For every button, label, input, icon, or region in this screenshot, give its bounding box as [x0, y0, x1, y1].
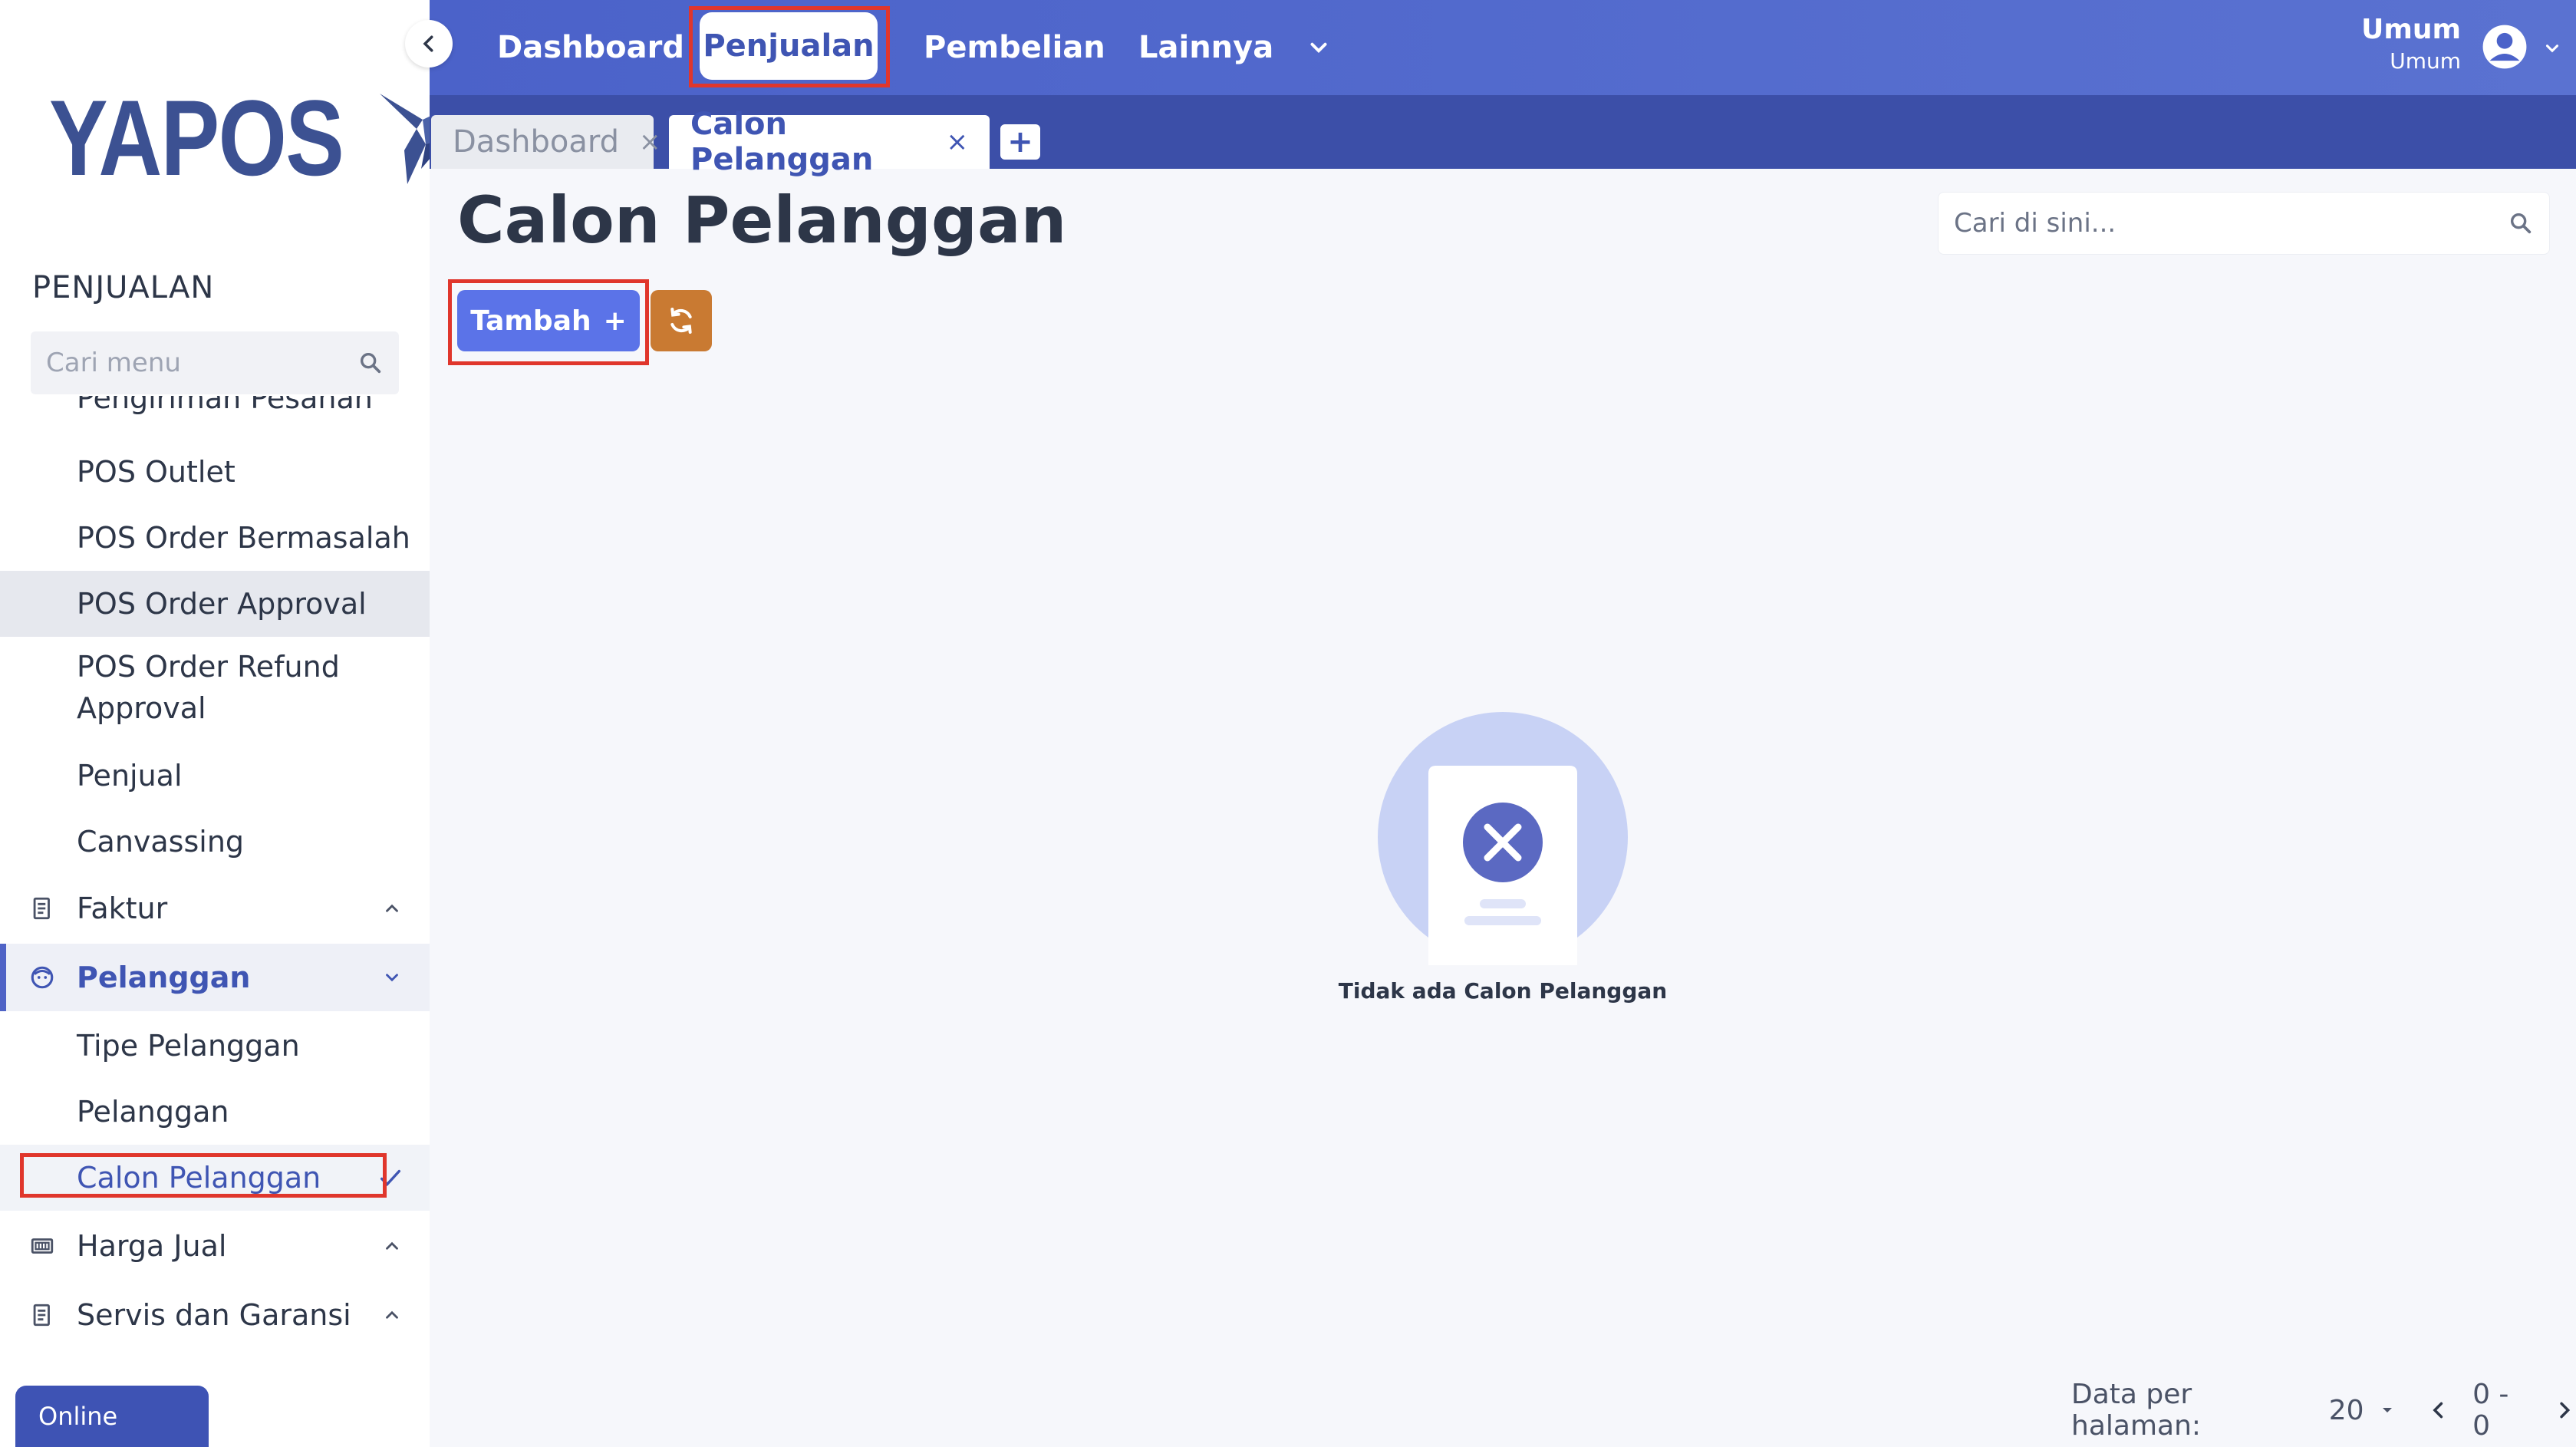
sidebar-item-label: POS Order Approval: [77, 587, 367, 621]
sidebar-item-pengiriman-pesanan[interactable]: Pengiriman Pesanan: [0, 396, 430, 431]
sidebar-group-harga-jual[interactable]: Harga Jual: [0, 1212, 430, 1280]
page-tabs-bar: Dashboard × Calon Pelanggan × +: [430, 95, 2576, 177]
nav-pembelian[interactable]: Pembelian: [924, 0, 1105, 95]
per-page-label: Data per halaman:: [2071, 1379, 2202, 1442]
chevron-up-icon: [386, 1241, 398, 1250]
tab-label: Calon Pelanggan: [690, 107, 874, 177]
chevron-up-icon: [386, 904, 398, 912]
sidebar-group-faktur[interactable]: Faktur: [0, 875, 430, 942]
nav-lainnya[interactable]: Lainnya: [1138, 0, 1273, 95]
empty-state-illustration: [1378, 712, 1628, 965]
chevron-up-icon: [386, 1310, 398, 1319]
sidebar-item-canvassing[interactable]: Canvassing: [0, 809, 430, 875]
sidebar-item-label: Faktur: [77, 892, 168, 925]
add-button-label: Tambah: [470, 305, 591, 337]
user-avatar-icon[interactable]: [2481, 23, 2528, 71]
sidebar-item-pos-order-approval[interactable]: POS Order Approval: [0, 571, 430, 637]
sidebar-item-label: POS Order Refund Approval: [77, 650, 340, 725]
sidebar-item-label: Pengiriman Pesanan: [77, 396, 373, 415]
online-status-badge: Online: [15, 1386, 209, 1447]
nav-more-dropdown[interactable]: [1306, 0, 1332, 95]
add-button[interactable]: Tambah +: [457, 290, 640, 351]
close-icon[interactable]: ×: [947, 127, 969, 157]
close-icon[interactable]: ×: [639, 127, 661, 157]
main-search-input[interactable]: Cari di sini...: [1938, 192, 2550, 255]
sidebar-item-label: Pelanggan: [77, 1095, 229, 1129]
user-role: Umum: [2390, 48, 2461, 74]
empty-state-text: Tidak ada Calon Pelanggan: [1338, 978, 1668, 1004]
sidebar-item-pos-order-bermasalah[interactable]: POS Order Bermasalah: [0, 505, 430, 571]
sidebar-item-label: Tipe Pelanggan: [77, 1029, 300, 1063]
collapse-sidebar-button[interactable]: [405, 20, 453, 68]
main-search-placeholder: Cari di sini...: [1954, 208, 2116, 239]
sidebar-group-pelanggan[interactable]: Pelanggan: [0, 944, 430, 1011]
sidebar-item-label: Penjual: [77, 759, 183, 793]
sidebar-item-pos-order-refund-approval[interactable]: POS Order Refund Approval: [0, 640, 430, 735]
search-icon: [2510, 213, 2532, 234]
plus-icon: +: [603, 305, 627, 337]
check-icon: [380, 1169, 401, 1186]
refresh-button[interactable]: [651, 290, 712, 351]
nav-penjualan[interactable]: Penjualan: [700, 12, 878, 80]
service-document-icon: [33, 1304, 50, 1327]
chevron-down-icon[interactable]: [2542, 38, 2562, 58]
nav-dashboard[interactable]: Dashboard: [497, 0, 684, 95]
menu-search-input[interactable]: Cari menu: [31, 331, 399, 394]
add-tab-button[interactable]: +: [1000, 124, 1040, 160]
page-title: Calon Pelanggan: [457, 183, 1067, 258]
logo-text: YAPOS: [49, 77, 344, 198]
customer-face-icon: [31, 966, 54, 989]
sidebar-item-tipe-pelanggan[interactable]: Tipe Pelanggan: [0, 1013, 430, 1079]
user-name: Umum: [2361, 14, 2461, 45]
sidebar-item-penjual[interactable]: Penjual: [0, 743, 430, 809]
logo: YAPOS: [49, 84, 478, 192]
tab-label: Dashboard: [453, 124, 620, 160]
refresh-icon: [670, 308, 692, 334]
sidebar-item-label: Calon Pelanggan: [77, 1161, 321, 1195]
search-icon: [360, 352, 381, 374]
per-page-select[interactable]: 20: [2329, 1395, 2364, 1426]
sidebar-item-label: POS Order Bermasalah: [77, 521, 410, 555]
pagination: Data per halaman: 20 0 - 0: [2071, 1379, 2576, 1442]
menu-search-placeholder: Cari menu: [46, 348, 181, 378]
sidebar-menu: Pengiriman Pesanan POS Outlet POS Order …: [0, 396, 430, 1355]
sidebar-item-label: Harga Jual: [77, 1229, 227, 1263]
top-nav-bar: Dashboard Penjualan Pembelian Lainnya Um…: [430, 0, 2576, 95]
tab-calon-pelanggan[interactable]: Calon Pelanggan ×: [669, 107, 990, 177]
previous-page-icon[interactable]: [2427, 1398, 2450, 1422]
user-info[interactable]: Umum Umum: [2361, 14, 2461, 74]
sidebar-item-label: Servis dan Garansi: [77, 1298, 351, 1332]
chevron-left-icon: [423, 35, 433, 52]
sidebar-item-pelanggan[interactable]: Pelanggan: [0, 1079, 430, 1145]
sidebar-item-label: Canvassing: [77, 825, 245, 859]
sidebar-item-pos-outlet[interactable]: POS Outlet: [0, 439, 430, 505]
sidebar-item-label: POS Outlet: [77, 455, 236, 489]
sidebar-item-calon-pelanggan[interactable]: Calon Pelanggan: [0, 1145, 430, 1211]
price-tag-icon: [31, 1238, 54, 1254]
page-range: 0 - 0: [2472, 1379, 2509, 1442]
sidebar: YAPOS PENJUALAN Cari menu Pengiriman Pes…: [0, 0, 476, 1447]
sidebar-section-title: PENJUALAN: [32, 270, 215, 305]
caret-down-icon[interactable]: [2378, 1400, 2396, 1420]
chevron-down-icon: [386, 974, 398, 982]
chevron-down-icon: [1310, 42, 1327, 54]
sidebar-item-label: Pelanggan: [77, 961, 251, 994]
sidebar-group-servis-dan-garansi[interactable]: Servis dan Garansi: [0, 1281, 430, 1349]
invoice-icon: [33, 897, 50, 920]
tab-dashboard[interactable]: Dashboard ×: [431, 115, 661, 169]
next-page-icon[interactable]: [2553, 1398, 2576, 1422]
